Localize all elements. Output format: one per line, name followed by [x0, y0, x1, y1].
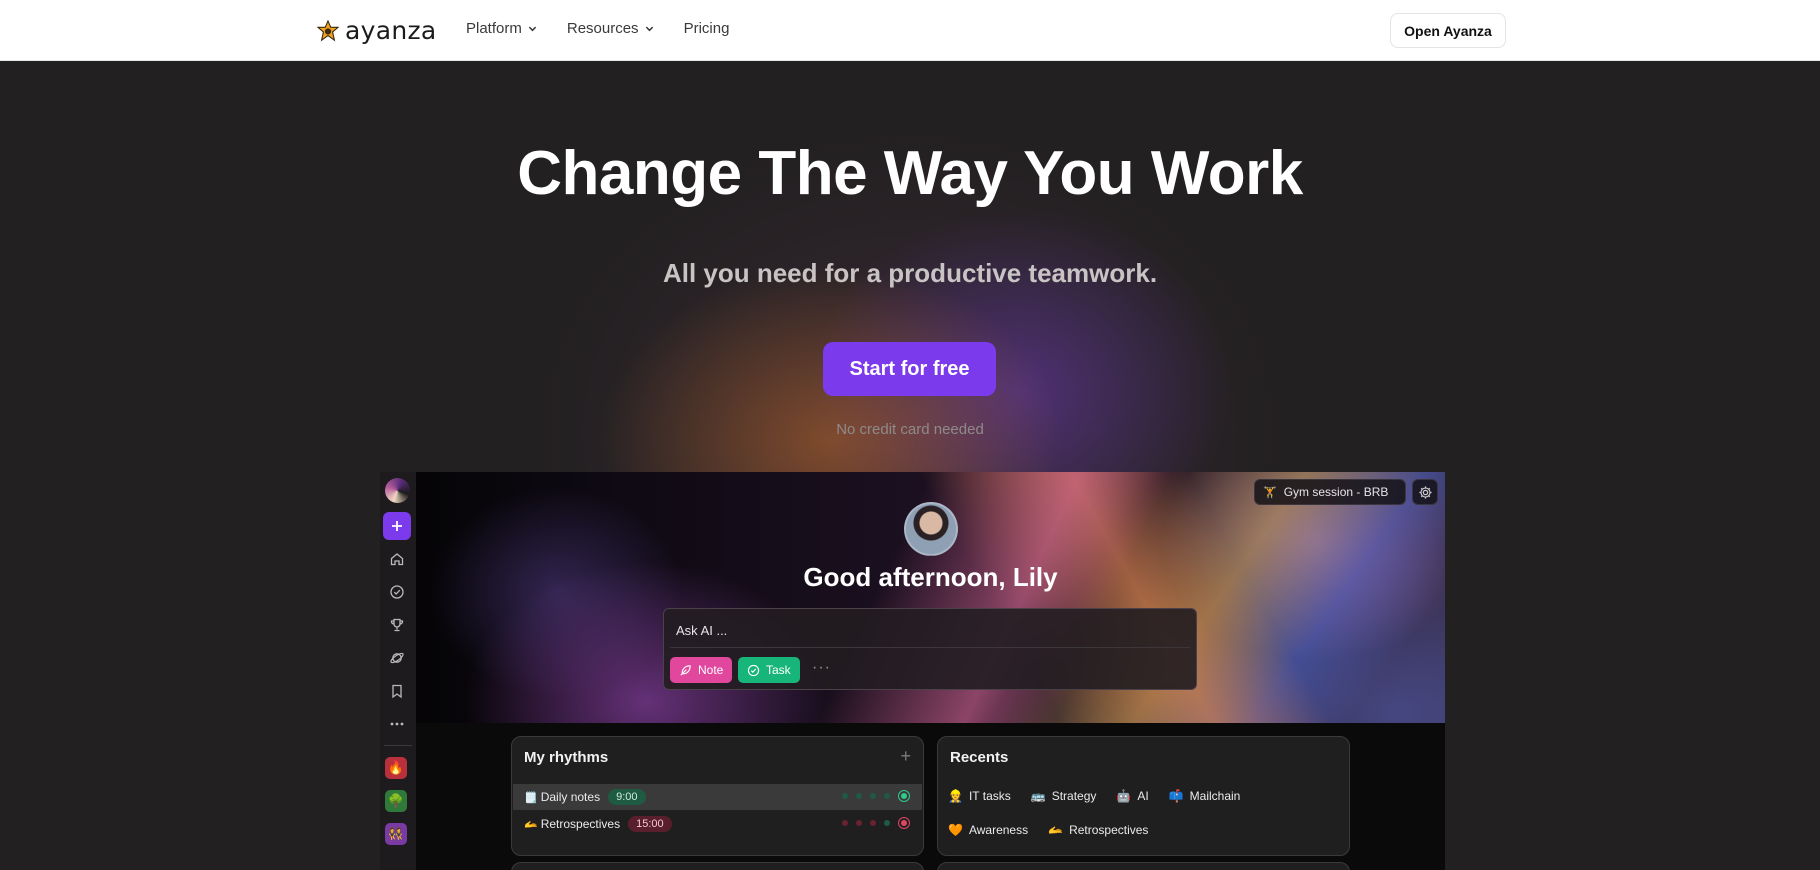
mailbox-icon: 📫 — [1168, 789, 1184, 803]
check-circle-icon — [747, 664, 760, 676]
rhythm-progress-dots — [842, 790, 910, 802]
nav-links: Platform Resources Pricing — [466, 20, 729, 37]
rhythm-time: 9:00 — [608, 789, 646, 805]
app-preview: 🔥 🌳 👯 🏋 Gym session - BRB Good afternoon… — [380, 472, 1445, 870]
app-sidebar: 🔥 🌳 👯 — [380, 472, 416, 870]
task-label: Task — [766, 663, 791, 677]
recent-label: Awareness — [968, 823, 1029, 837]
note-label: Note — [698, 663, 724, 677]
rhythms-title: My rhythms — [524, 749, 609, 766]
heart-icon: 🧡 — [948, 823, 963, 837]
recent-mailchain[interactable]: 📫 Mailchain — [1169, 789, 1241, 803]
rhythm-label: Daily notes — [540, 790, 601, 804]
rhythm-row-retrospectives[interactable]: 🫴 Retrospectives 15:00 — [513, 811, 922, 837]
hand-icon: 🫴 — [524, 818, 538, 831]
recent-label: Mailchain — [1189, 789, 1241, 803]
bookmark-icon — [392, 684, 402, 699]
hand-icon: 🫴 — [1048, 823, 1064, 837]
bus-icon: 🚌 — [1030, 789, 1046, 803]
sidebar-bookmarks[interactable] — [383, 677, 411, 705]
task-button[interactable]: Task — [738, 657, 800, 683]
note-button[interactable]: Note — [670, 657, 733, 683]
nav-resources[interactable]: Resources — [567, 20, 654, 37]
add-rhythm-button[interactable]: + — [900, 746, 911, 767]
user-avatar[interactable] — [385, 478, 410, 503]
nav-resources-label: Resources — [566, 20, 639, 37]
recent-label: IT tasks — [968, 789, 1011, 803]
recent-label: Retrospectives — [1069, 823, 1149, 837]
home-banner: 🏋 Gym session - BRB Good afternoon, Lily… — [416, 472, 1445, 723]
ayanza-logo-icon — [317, 19, 339, 41]
recent-label: AI — [1137, 789, 1149, 803]
sidebar-goals[interactable] — [383, 611, 411, 639]
worker-icon: 👷 — [948, 789, 963, 803]
open-ayanza-button[interactable]: Open Ayanza — [1390, 13, 1506, 48]
nav-platform-label: Platform — [466, 20, 522, 37]
sidebar-explore[interactable] — [383, 644, 411, 672]
recent-strategy[interactable]: 🚌 Strategy — [1031, 789, 1097, 803]
feather-icon — [680, 664, 691, 676]
sidebar-home[interactable] — [383, 545, 411, 573]
top-navigation: ayanza Platform Resources Pricing Open A… — [0, 0, 1820, 61]
notepad-icon: 🗒️ — [524, 791, 538, 804]
dumbbell-icon: 🏋 — [1263, 486, 1277, 499]
more-icon — [390, 722, 404, 726]
nav-pricing[interactable]: Pricing — [684, 20, 730, 37]
plus-icon — [392, 521, 402, 531]
nav-pricing-label: Pricing — [683, 20, 730, 37]
ask-ai-input[interactable]: Ask AI ... — [676, 623, 727, 638]
logo-wordmark: ayanza — [345, 16, 437, 45]
rhythm-label: Retrospectives — [540, 817, 621, 831]
next-card-left — [511, 862, 924, 870]
create-button[interactable] — [383, 512, 411, 540]
recents-row-2: 🧡 Awareness 🫴 Retrospectives — [948, 823, 1148, 837]
ask-divider — [670, 647, 1190, 648]
sidebar-more[interactable] — [383, 710, 411, 738]
workspace-3[interactable]: 👯 — [385, 823, 407, 845]
ayanza-logo[interactable]: ayanza — [317, 16, 437, 45]
start-for-free-button[interactable]: Start for free — [823, 342, 996, 396]
app-main: 🏋 Gym session - BRB Good afternoon, Lily… — [416, 472, 1445, 870]
next-card-right — [937, 862, 1350, 870]
trophy-icon — [390, 618, 404, 632]
recents-title: Recents — [950, 749, 1009, 766]
rhythm-row-daily-notes[interactable]: 🗒️ Daily notes 9:00 — [513, 784, 922, 810]
status-button[interactable]: 🏋 Gym session - BRB — [1254, 479, 1406, 505]
chevron-down-icon — [528, 26, 537, 32]
rhythm-time: 15:00 — [628, 816, 672, 832]
rhythm-progress-dots — [842, 817, 910, 829]
more-options-button[interactable]: ··· — [812, 659, 831, 677]
recent-retrospectives[interactable]: 🫴 Retrospectives — [1048, 823, 1148, 837]
settings-button[interactable] — [1412, 479, 1438, 505]
hero-title: Change The Way You Work — [517, 139, 1303, 208]
recents-card: Recents 👷 IT tasks 🚌 Strategy 🤖 AI 📫 Mai… — [937, 736, 1350, 856]
status-text: Gym session - BRB — [1283, 485, 1389, 499]
nav-platform[interactable]: Platform — [466, 20, 537, 37]
my-rhythms-card: My rhythms + 🗒️ Daily notes 9:00 🫴 Retro… — [511, 736, 924, 856]
profile-avatar[interactable] — [904, 502, 958, 556]
sidebar-tasks[interactable] — [383, 578, 411, 606]
robot-icon: 🤖 — [1116, 789, 1132, 803]
chevron-down-icon — [645, 26, 653, 32]
sidebar-divider — [384, 745, 412, 746]
workspace-1[interactable]: 🔥 — [385, 757, 407, 779]
recent-it-tasks[interactable]: 👷 IT tasks — [948, 789, 1011, 803]
hero-subtitle: All you need for a productive teamwork. — [662, 258, 1158, 288]
greeting-heading: Good afternoon, Lily — [803, 562, 1058, 592]
recent-label: Strategy — [1051, 789, 1097, 803]
recent-awareness[interactable]: 🧡 Awareness — [948, 823, 1028, 837]
gear-icon — [1418, 485, 1432, 499]
recents-row-1: 👷 IT tasks 🚌 Strategy 🤖 AI 📫 Mailchain — [948, 789, 1240, 803]
home-icon — [390, 553, 404, 566]
planet-icon — [390, 652, 404, 664]
check-circle-icon — [390, 585, 404, 599]
no-credit-card-note: No credit card needed — [836, 421, 984, 438]
ask-ai-box[interactable]: Ask AI ... Note Task ··· — [663, 608, 1197, 690]
workspace-2[interactable]: 🌳 — [385, 790, 407, 812]
recent-ai[interactable]: 🤖 AI — [1116, 789, 1148, 803]
